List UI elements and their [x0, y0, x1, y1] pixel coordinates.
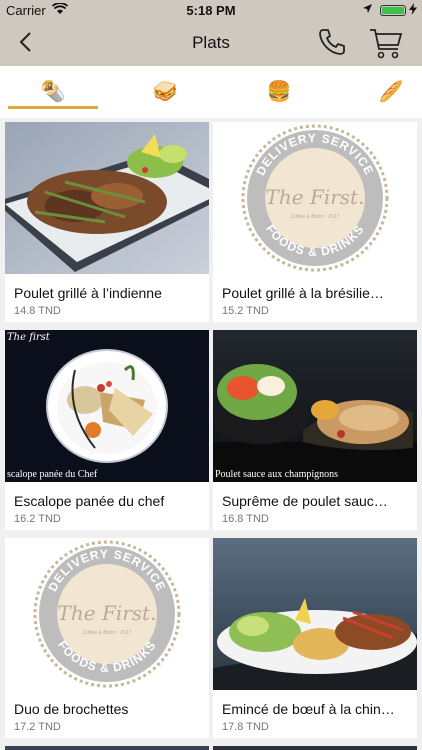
burger-icon: 🍔 [266, 81, 292, 103]
dish-card[interactable] [5, 746, 209, 750]
dish-photo [5, 746, 209, 750]
dish-photo: Poulet sauce aux champignons [213, 330, 417, 482]
baguette-icon: 🥖 [378, 81, 404, 103]
dish-photo [213, 746, 417, 750]
category-tabs: 🌯 🥪 🍔 🥖 [0, 66, 422, 118]
dish-name: Poulet grillé à l’indienne [14, 285, 162, 301]
dish-price: 16.8 TND [222, 513, 269, 525]
dish-card[interactable]: DELIVERY SERVICE FOODS & DRINKS The Firs… [213, 122, 417, 322]
cart-button[interactable] [368, 25, 404, 61]
brand-logo-image: DELIVERY SERVICE FOODS & DRINKS The Firs… [213, 122, 417, 274]
tab-burgers[interactable]: 🍔 [234, 66, 324, 118]
nav-bar: Plats [0, 20, 422, 66]
dish-price: 16.2 TND [14, 513, 61, 525]
location-icon [362, 3, 373, 17]
tab-wraps[interactable]: 🌯 [8, 66, 98, 118]
photo-caption: Poulet sauce aux champignons [215, 469, 339, 480]
dish-name: Escalope panée du chef [14, 493, 165, 509]
dish-price: 14.8 TND [14, 305, 61, 317]
dish-name: Poulet grillé à la brésilie… [222, 285, 384, 301]
dish-card[interactable] [213, 746, 417, 750]
cart-icon [370, 29, 403, 59]
dish-price: 17.2 TND [14, 721, 61, 733]
svg-text:The First.: The First. [266, 185, 365, 209]
phone-icon [319, 29, 345, 55]
tab-baguettes[interactable]: 🥖 [346, 66, 422, 118]
dish-grid: Poulet grillé à l’indienne 14.8 TND DELI… [0, 118, 422, 750]
brand-badge: The first [7, 332, 50, 343]
dish-price: 17.8 TND [222, 721, 269, 733]
sandwich-icon: 🥪 [152, 81, 178, 103]
dish-card[interactable]: Poulet grillé à l’indienne 14.8 TND [5, 122, 209, 322]
svg-text:Coffee & Bistro · 2017: Coffee & Bistro · 2017 [82, 630, 131, 636]
charging-icon [409, 3, 417, 18]
dish-name: Emincé de bœuf à la chin… [222, 701, 395, 717]
photo-caption: scalope panée du Chef [7, 469, 98, 480]
brand-logo-image: DELIVERY SERVICE FOODS & DRINKS The Firs… [5, 538, 209, 690]
tab-sandwiches[interactable]: 🥪 [120, 66, 210, 118]
dish-photo: scalope panée du Chef The first [5, 330, 209, 482]
dish-card[interactable]: Emincé de bœuf à la chin… 17.8 TND [213, 538, 417, 738]
dish-card[interactable]: DELIVERY SERVICE FOODS & DRINKS The Firs… [5, 538, 209, 738]
call-button[interactable] [316, 26, 348, 58]
dish-photo [5, 122, 209, 274]
wrap-icon: 🌯 [40, 81, 66, 103]
clock: 5:18 PM [186, 3, 236, 18]
dish-name: Suprême de poulet sauc… [222, 493, 388, 509]
dish-card[interactable]: scalope panée du Chef The first Escalope… [5, 330, 209, 530]
battery-icon [380, 5, 406, 16]
status-bar: Carrier 5:18 PM [0, 0, 422, 20]
dish-photo [213, 538, 417, 690]
dish-card[interactable]: Poulet sauce aux champignons Suprême de … [213, 330, 417, 530]
svg-text:Coffee & Bistro · 2017: Coffee & Bistro · 2017 [290, 214, 339, 220]
page-title: Plats [192, 33, 230, 52]
svg-text:The First.: The First. [58, 601, 157, 625]
dish-price: 15.2 TND [222, 305, 269, 317]
active-tab-indicator [8, 106, 98, 109]
dish-name: Duo de brochettes [14, 701, 129, 717]
